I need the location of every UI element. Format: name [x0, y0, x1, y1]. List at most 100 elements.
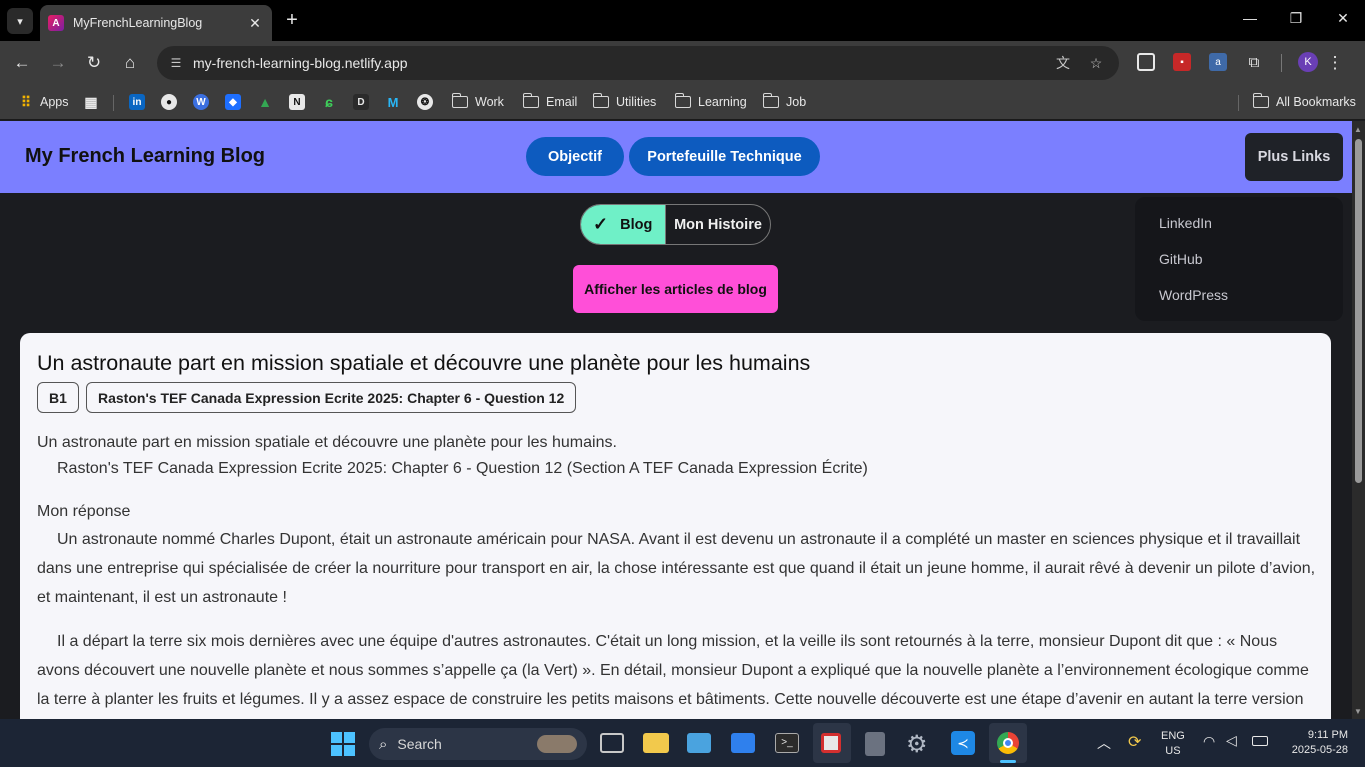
wifi-icon[interactable]: ◠	[1203, 733, 1215, 750]
bookmark-folder-work[interactable]: Work	[451, 91, 504, 113]
bookmark-chatgpt[interactable]: ❂	[417, 91, 433, 113]
post-source-line: Raston's TEF Canada Expression Ecrite 20…	[57, 460, 868, 477]
bookmark-m-app[interactable]: M	[385, 91, 401, 113]
tray-overflow-icon[interactable]: ︿	[1097, 733, 1111, 753]
bookmark-notion[interactable]: N	[289, 91, 305, 113]
extension-dictionary-icon[interactable]: a	[1209, 53, 1227, 71]
close-window-icon[interactable]: ✕	[1333, 10, 1353, 27]
toggle-blog-label: Blog	[620, 216, 653, 233]
bookmark-folder-utilities[interactable]: Utilities	[592, 91, 657, 113]
bookmark-dropbox[interactable]: ◆	[225, 91, 241, 113]
taskbar: ⌕ Search >_ ⚙ ≺ ︿ ⟳ ENG US ◠ ◁ 9:11 PM 2…	[0, 719, 1365, 767]
reload-icon[interactable]: ↻	[82, 51, 106, 75]
bookmark-github[interactable]: ●	[161, 91, 177, 113]
search-highlight-icon	[537, 735, 577, 753]
post-paragraph: Un astronaute nommé Charles Dupont, étai…	[37, 531, 1316, 606]
all-bookmarks[interactable]: All Bookmarks	[1252, 91, 1356, 113]
clock[interactable]: 9:11 PM 2025-05-28	[1282, 728, 1348, 758]
bookmark-folder-label: Job	[786, 95, 807, 109]
dropdown-item-wordpress[interactable]: WordPress	[1159, 287, 1228, 303]
bookmark-apps-label: Apps	[40, 95, 69, 109]
bookmark-folder-label: Email	[546, 95, 578, 109]
dropdown-item-linkedin[interactable]: LinkedIn	[1159, 215, 1212, 231]
taskbar-search-box[interactable]: ⌕ Search	[369, 728, 587, 760]
blog-post-card: Un astronaute part en mission spatiale e…	[20, 333, 1331, 719]
browser-tab[interactable]: A MyFrenchLearningBlog ✕	[40, 5, 272, 41]
site-title[interactable]: My French Learning Blog	[25, 145, 265, 168]
page-scrollbar[interactable]: ▲ ▼	[1352, 121, 1365, 719]
new-tab-icon[interactable]: +	[281, 9, 303, 31]
scroll-up-icon[interactable]: ▲	[1354, 125, 1362, 134]
site-favicon-icon: A	[48, 15, 64, 31]
home-icon[interactable]: ⌂	[118, 51, 142, 75]
restore-icon[interactable]: ❐	[1286, 10, 1306, 27]
site-header: My French Learning Blog Objectif Portefe…	[0, 121, 1352, 193]
view-toggle: ✓ Blog Mon Histoire	[580, 204, 771, 245]
linkedin-icon: in	[129, 94, 145, 110]
bookmark-apps[interactable]: ⠿ Apps	[18, 91, 69, 113]
kebab-menu-icon[interactable]: ⋮	[1323, 51, 1347, 75]
nav-portefeuille-button[interactable]: Portefeuille Technique	[629, 137, 820, 176]
address-bar[interactable]: ☰ my-french-learning-blog.netlify.app 文 …	[157, 46, 1119, 80]
remote-desktop-icon[interactable]	[687, 733, 711, 753]
vscode-icon[interactable]: ≺	[951, 731, 975, 755]
extension-red-icon[interactable]: ▪	[1173, 53, 1191, 71]
bookmark-wordpress[interactable]: W	[193, 91, 209, 113]
apps-grid-icon: ⠿	[20, 93, 32, 110]
chrome-taskbar-icon[interactable]	[989, 723, 1027, 763]
folder-icon	[674, 93, 691, 108]
grid-icon: ▦	[84, 93, 98, 110]
calculator-icon[interactable]	[865, 732, 885, 756]
post-title: Un astronaute part en mission spatiale e…	[37, 351, 811, 375]
bookmark-drive[interactable]: ▲	[257, 91, 273, 113]
bookmark-folder-learning[interactable]: Learning	[674, 91, 747, 113]
plus-links-button[interactable]: Plus Links	[1245, 133, 1343, 181]
bookmark-folder-email[interactable]: Email	[522, 91, 578, 113]
sync-icon[interactable]: ⟳	[1128, 732, 1141, 752]
bookmark-d-app[interactable]: D	[353, 91, 369, 113]
settings-gear-icon[interactable]: ⚙	[906, 730, 928, 759]
windows-start-icon[interactable]	[331, 732, 355, 756]
terminal-icon[interactable]: >_	[775, 733, 799, 753]
close-tab-icon[interactable]: ✕	[246, 15, 264, 32]
language-indicator[interactable]: ENG US	[1161, 729, 1185, 759]
scrollbar-thumb[interactable]	[1355, 139, 1362, 483]
scroll-down-icon[interactable]: ▼	[1354, 707, 1362, 716]
back-icon[interactable]: ←	[10, 51, 34, 75]
minimize-icon[interactable]: —	[1240, 10, 1260, 26]
forward-icon[interactable]: →	[46, 51, 70, 75]
site-info-icon[interactable]: ☰	[167, 54, 185, 72]
search-icon: ⌕	[379, 735, 388, 753]
bookmark-star-icon[interactable]: ☆	[1087, 54, 1105, 72]
dropdown-item-github[interactable]: GitHub	[1159, 251, 1203, 267]
file-explorer-icon[interactable]	[643, 733, 669, 753]
page-content: My French Learning Blog Objectif Portefe…	[0, 121, 1352, 719]
notion-icon: N	[289, 94, 305, 110]
photos-icon[interactable]	[731, 733, 755, 753]
toggle-blog[interactable]: ✓ Blog	[581, 205, 665, 244]
m-app-icon: M	[387, 94, 399, 110]
show-blog-posts-button[interactable]: Afficher les articles de blog	[573, 265, 778, 313]
source-tag[interactable]: Raston's TEF Canada Expression Ecrite 20…	[86, 382, 577, 413]
snipping-tool-icon[interactable]	[813, 723, 851, 763]
toggle-mon-histoire[interactable]: Mon Histoire	[665, 205, 770, 244]
task-view-icon[interactable]	[600, 733, 624, 753]
bookmark-green-app[interactable]: ɕ	[321, 91, 337, 113]
bookmark-folder-label: Utilities	[616, 95, 657, 109]
reading-mode-icon[interactable]	[1137, 53, 1155, 71]
level-tag[interactable]: B1	[37, 382, 79, 413]
volume-icon[interactable]: ◁	[1226, 732, 1237, 749]
bookmark-grid[interactable]: ▦	[83, 91, 99, 113]
toolbar-divider	[1281, 54, 1282, 72]
bookmark-linkedin[interactable]: in	[129, 91, 145, 113]
profile-avatar[interactable]: K	[1298, 52, 1318, 72]
tab-search-button[interactable]: ▾	[7, 8, 33, 34]
battery-icon[interactable]	[1252, 736, 1268, 746]
translate-icon[interactable]: 文	[1054, 54, 1072, 72]
region-code: US	[1165, 745, 1181, 757]
extensions-puzzle-icon[interactable]: ⧉	[1245, 53, 1263, 71]
url-text[interactable]: my-french-learning-blog.netlify.app	[193, 55, 408, 71]
search-label: Search	[397, 736, 442, 752]
nav-objectif-button[interactable]: Objectif	[526, 137, 624, 176]
bookmark-folder-job[interactable]: Job	[762, 91, 807, 113]
